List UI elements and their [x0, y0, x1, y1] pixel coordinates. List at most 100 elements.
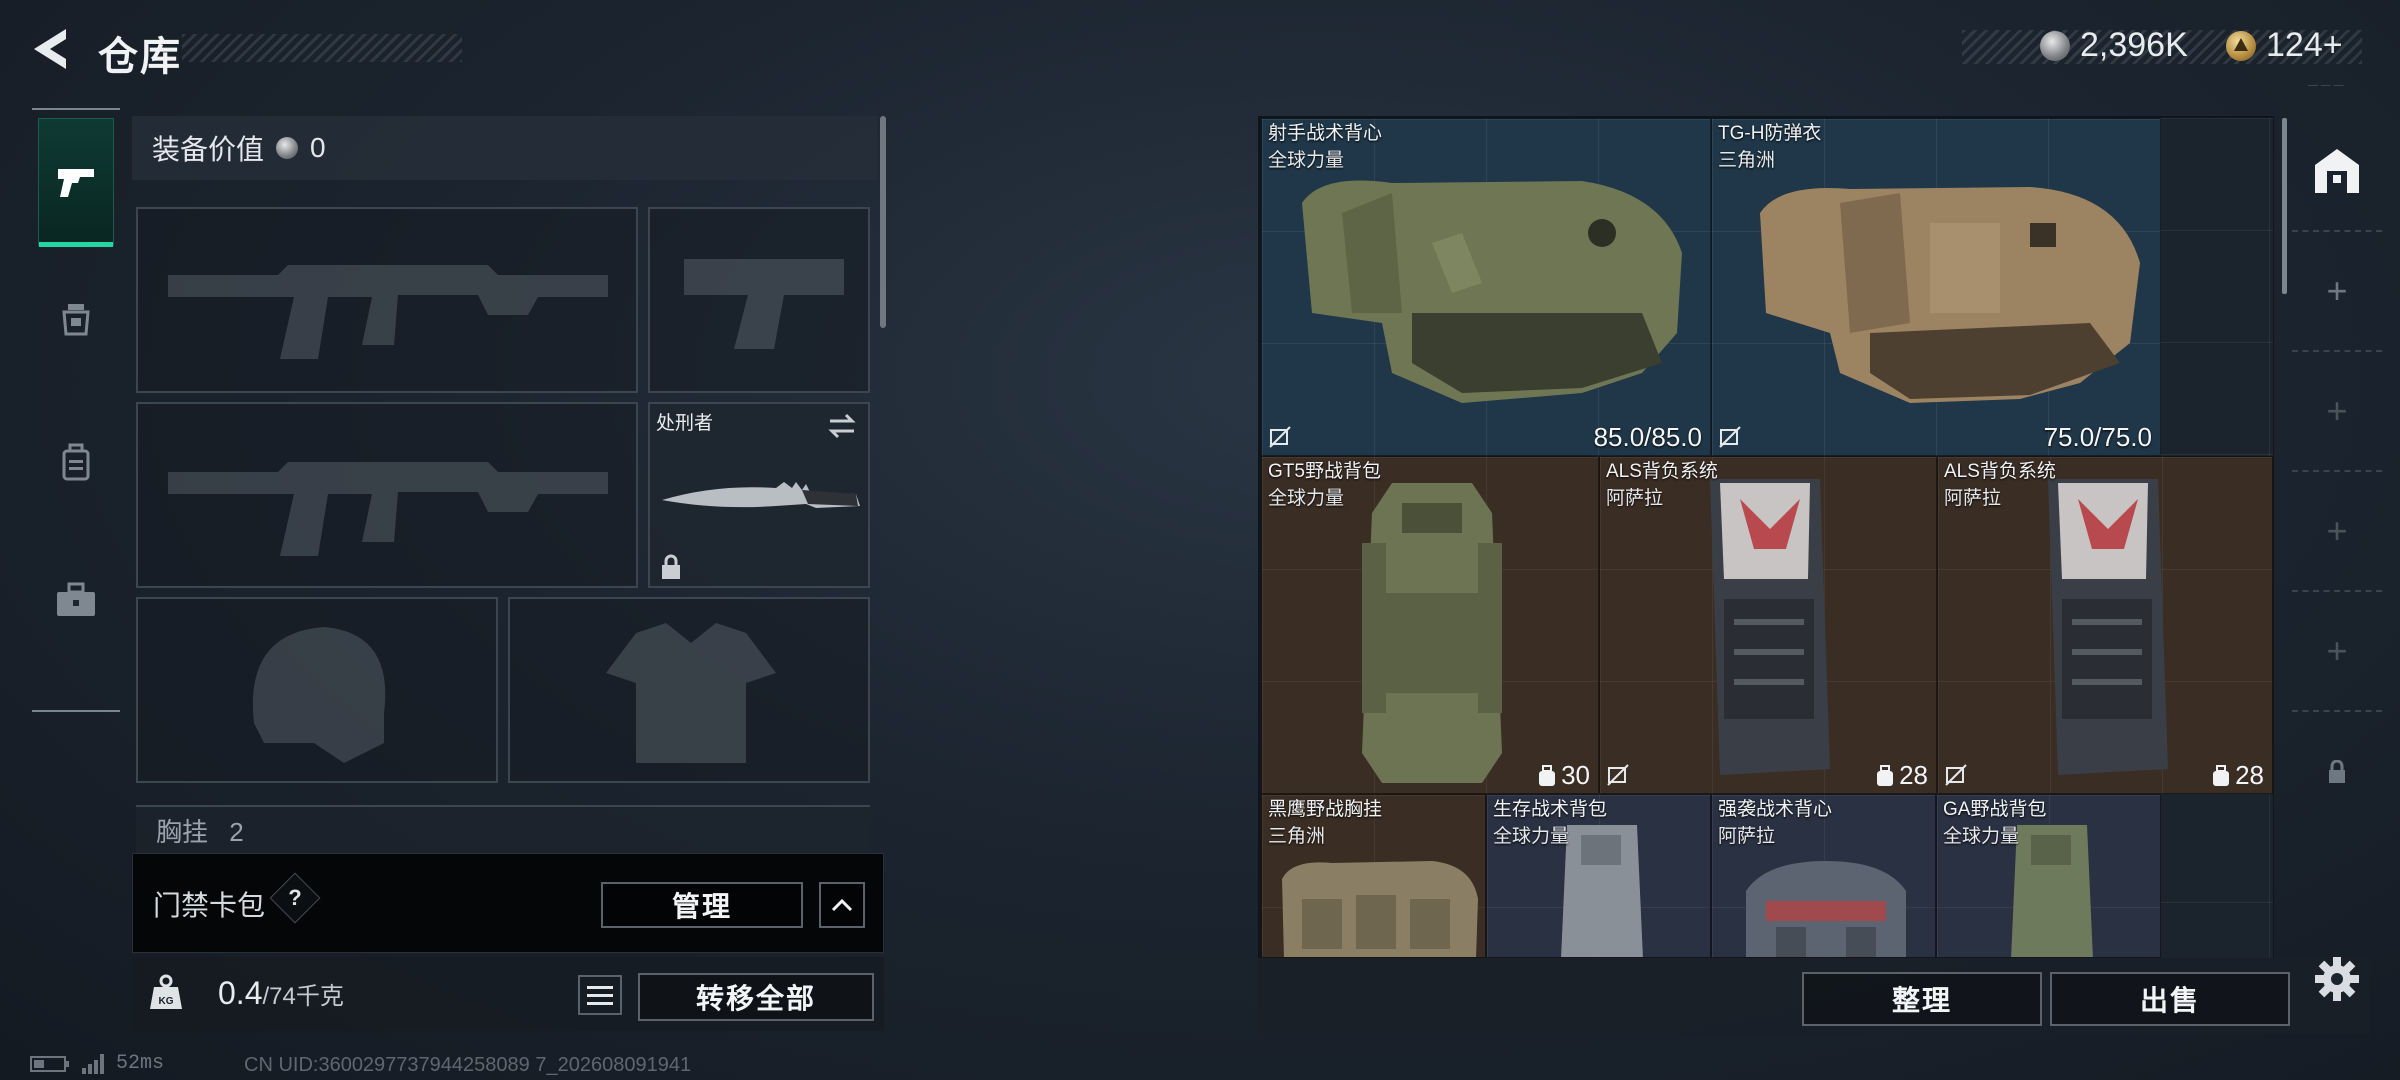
- item-faction: 三角洲: [1268, 826, 1326, 847]
- signal-bar: [100, 1053, 104, 1074]
- stash-item-marksman-vest[interactable]: 射手战术背心 全球力量 85.0/85.0: [1261, 118, 1711, 456]
- no-repair-icon: [1945, 764, 1967, 786]
- nav-tab-weapons[interactable]: [38, 118, 114, 247]
- ping-value: 52ms: [116, 1052, 165, 1075]
- back-button[interactable]: [28, 26, 72, 72]
- item-durability: 75.0/75.0: [2043, 422, 2152, 452]
- manage-keycards-button[interactable]: 管理: [601, 882, 803, 928]
- item-faction: 阿萨拉: [1606, 488, 1664, 509]
- list-icon-line: [587, 993, 613, 997]
- equipment-category-nav: [30, 108, 122, 712]
- sort-button[interactable]: 整理: [1802, 972, 2042, 1026]
- stash-page-main[interactable]: [2292, 112, 2382, 232]
- plus-icon: +: [2326, 270, 2348, 311]
- page-title: 仓库: [98, 35, 182, 79]
- stash-item-als-carrier[interactable]: ALS背负系统 阿萨拉 28: [1937, 456, 2273, 794]
- swap-icon[interactable]: [826, 412, 858, 440]
- list-view-button[interactable]: [578, 975, 622, 1015]
- silver-currency[interactable]: 2,396K: [2040, 26, 2188, 65]
- helmet-placeholder-icon: [252, 627, 386, 763]
- melee-slot[interactable]: 处刑者: [648, 402, 870, 588]
- back-arrow-icon: [34, 29, 66, 69]
- gold-amount: 124+: [2266, 26, 2343, 64]
- signal-bar: [94, 1059, 98, 1074]
- carry-weight: 0.4/74千克: [218, 975, 344, 1012]
- weight-icon: KG: [150, 974, 182, 1009]
- primary-weapon-slot[interactable]: [136, 207, 638, 393]
- stash-scrollbar[interactable]: [2282, 118, 2287, 294]
- carrier-backpack-image: [2048, 479, 2168, 775]
- carrier-backpack-image: [1710, 479, 1830, 775]
- add-stash-page-button[interactable]: +: [2292, 232, 2382, 352]
- sidearm-slot[interactable]: [648, 207, 870, 393]
- pistol-placeholder-icon: [684, 259, 844, 349]
- expand-keycards-button[interactable]: [819, 882, 865, 928]
- chevron-up-icon: [831, 898, 853, 912]
- stash-item-survival-pack[interactable]: 生存战术背包 全球力量: [1486, 794, 1711, 958]
- item-name: GT5野战背包: [1268, 461, 1381, 482]
- signal-icon: [82, 1053, 104, 1074]
- item-name: ALS背负系统: [1944, 461, 2056, 482]
- user-id: CN UID:3600297737944258089 7_20260809194…: [244, 1054, 692, 1076]
- item-faction: 三角洲: [1718, 150, 1776, 171]
- signal-bar: [82, 1067, 86, 1074]
- battery-icon: [30, 1055, 69, 1072]
- keycard-case-bar: 门禁卡包 ? 管理: [132, 853, 884, 953]
- nav-tab-items[interactable]: [38, 536, 114, 664]
- item-faction: 全球力量: [1268, 150, 1345, 171]
- item-faction: 全球力量: [1493, 826, 1570, 847]
- list-icon-line: [587, 1001, 613, 1005]
- capacity-icon: [2213, 764, 2230, 786]
- toolbox-icon: [57, 582, 95, 616]
- field-backpack-image: [1362, 483, 1502, 783]
- tactical-vest-image: [1302, 180, 1682, 403]
- plus-icon: +: [2326, 630, 2348, 671]
- stash-item-ga-backpack[interactable]: GA野战背包 全球力量: [1936, 794, 2161, 958]
- capacity-icon: [1539, 764, 1556, 786]
- delta-coin-icon: [2226, 30, 2256, 61]
- carry-weight-bar: KG 0.4/74千克 转移全部: [132, 957, 884, 1031]
- transfer-all-button[interactable]: 转移全部: [638, 973, 874, 1021]
- tactical-backpack-image: [1561, 825, 1643, 957]
- stash-item-blackhawk-rig[interactable]: 黑鹰野战胸挂 三角洲: [1261, 794, 1486, 958]
- armor-placeholder-icon: [606, 623, 776, 763]
- knife-item-image: [662, 482, 860, 508]
- locked-stash-page[interactable]: [2292, 712, 2382, 832]
- stash-item-gt5-backpack[interactable]: GT5野战背包 全球力量 30: [1261, 456, 1599, 794]
- item-name: GA野战背包: [1943, 799, 2047, 820]
- plus-icon: +: [2326, 510, 2348, 551]
- sell-button[interactable]: 出售: [2050, 972, 2290, 1026]
- secondary-weapon-slot[interactable]: [136, 402, 638, 588]
- stash-item-als-carrier[interactable]: ALS背负系统 阿萨拉 28: [1599, 456, 1937, 794]
- pistol-icon: [58, 169, 94, 197]
- helmet-slot[interactable]: [136, 597, 498, 783]
- backpack-icon: [62, 443, 90, 481]
- stash-item-assault-vest[interactable]: 强袭战术背心 阿萨拉: [1711, 794, 1936, 958]
- item-name: 黑鹰野战胸挂: [1268, 799, 1383, 820]
- item-faction: 阿萨拉: [1944, 488, 2002, 509]
- item-faction: 全球力量: [1943, 826, 2020, 847]
- stash-item-tgh-armor[interactable]: TG-H防弹衣 三角洲 75.0/75.0: [1711, 118, 2161, 456]
- add-stash-page-button[interactable]: +: [2292, 352, 2382, 472]
- add-stash-page-button[interactable]: +: [2292, 472, 2382, 592]
- body-armor-image: [1760, 187, 2140, 403]
- nav-tab-backpack[interactable]: [38, 398, 114, 526]
- body-armor-slot[interactable]: [508, 597, 870, 783]
- weight-current: 0.4: [218, 975, 263, 1011]
- assault-vest-image: [1746, 861, 1906, 957]
- nav-tab-gear[interactable]: [38, 256, 114, 384]
- help-icon[interactable]: ?: [269, 872, 321, 924]
- gold-currency[interactable]: 124+: [2226, 26, 2343, 65]
- equipment-value-label: 装备价值: [152, 134, 265, 165]
- silver-coin-icon: [276, 137, 299, 159]
- silver-coin-icon: [2040, 30, 2070, 61]
- add-stash-page-button[interactable]: +: [2292, 592, 2382, 712]
- item-capacity: 28: [2211, 760, 2264, 791]
- settings-button[interactable]: [2312, 954, 2362, 1004]
- version-mark: — — —: [2308, 80, 2344, 91]
- field-backpack-image: [2011, 825, 2093, 957]
- item-name: TG-H防弹衣: [1718, 123, 1822, 144]
- equipment-scrollbar[interactable]: [880, 116, 886, 328]
- title-decoration: [182, 34, 462, 62]
- chest-rig-count: 2: [229, 817, 244, 847]
